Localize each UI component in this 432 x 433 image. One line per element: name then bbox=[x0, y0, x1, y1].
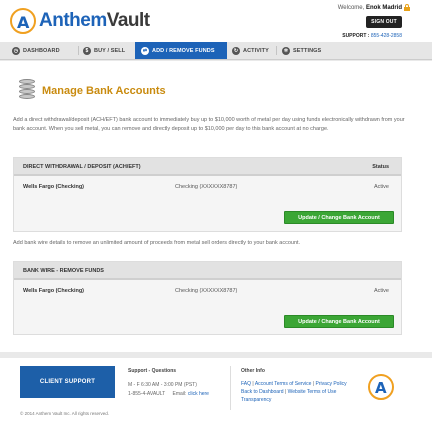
site-header: A AnthemVault Welcome, Enok Madrid SIGN … bbox=[0, 0, 432, 42]
privacy-policy-link[interactable]: Privacy Policy bbox=[316, 381, 347, 387]
other-info-title: Other Info bbox=[241, 368, 265, 374]
database-icon bbox=[19, 79, 35, 99]
faq-link[interactable]: FAQ bbox=[241, 381, 251, 387]
anthem-vault-logo[interactable]: A AnthemVault bbox=[10, 8, 150, 34]
account-terms-link[interactable]: Account Terms of Service bbox=[255, 381, 312, 387]
page-title: Manage Bank Accounts bbox=[42, 85, 166, 97]
bank-account-row: Wells Fargo (Checking) Checking (XXXXXX8… bbox=[14, 280, 401, 302]
dashboard-icon: ◷ bbox=[12, 46, 20, 55]
welcome-message: Welcome, Enok Madrid bbox=[337, 5, 402, 11]
support-title: Support - Questions bbox=[128, 368, 177, 374]
bank-account-row: Wells Fargo (Checking) Checking (XXXXXX8… bbox=[14, 176, 401, 198]
wire-panel-header: BANK WIRE - REMOVE FUNDS bbox=[14, 262, 401, 280]
transparency-link[interactable]: Transparency bbox=[241, 397, 271, 403]
wire-panel: BANK WIRE - REMOVE FUNDS Wells Fargo (Ch… bbox=[13, 261, 402, 335]
copyright-text: © 2014 Anthem Vault Inc. All rights rese… bbox=[20, 411, 110, 416]
website-terms-link[interactable]: Website Terms of Use bbox=[288, 389, 337, 395]
nav-add-remove-funds[interactable]: ⇄ ADD / REMOVE FUNDS bbox=[135, 42, 227, 59]
update-ach-account-button[interactable]: Update / Change Bank Account bbox=[284, 211, 394, 224]
nav-dashboard[interactable]: ◷ DASHBOARD bbox=[12, 42, 60, 59]
ach-panel: DIRECT WITHDRAWAL / DEPOSIT (ACH/EFT) St… bbox=[13, 157, 402, 232]
main-nav: ◷ DASHBOARD $ BUY / SELL ⇄ ADD / REMOVE … bbox=[0, 42, 432, 60]
site-footer: CLIENT SUPPORT Support - Questions M - F… bbox=[0, 358, 432, 433]
email-link[interactable]: click here bbox=[188, 391, 209, 397]
lock-icon bbox=[404, 4, 410, 11]
support-phone: SUPPORT : 855-428-2858 bbox=[342, 33, 402, 39]
nav-buy-sell[interactable]: $ BUY / SELL bbox=[83, 42, 125, 59]
footer-links: FAQ | Account Terms of Service | Privacy… bbox=[241, 381, 347, 403]
support-hours: M - F 6:30 AM - 3:00 PM (PST) bbox=[128, 382, 197, 388]
activity-icon: ↻ bbox=[232, 46, 240, 55]
status-label: Active bbox=[374, 288, 389, 294]
bank-name: Wells Fargo (Checking) bbox=[23, 184, 85, 190]
client-support-button[interactable]: CLIENT SUPPORT bbox=[20, 366, 115, 398]
gear-icon: ✲ bbox=[282, 46, 290, 55]
add-remove-funds-icon: ⇄ bbox=[141, 46, 149, 55]
account-number: Checking (XXXXXX8787) bbox=[175, 184, 238, 190]
account-number: Checking (XXXXXX8787) bbox=[175, 288, 238, 294]
logo-mark-icon: A bbox=[10, 8, 36, 34]
main-content: Manage Bank Accounts Add a direct withdr… bbox=[0, 61, 432, 352]
buy-sell-icon: $ bbox=[83, 46, 91, 55]
intro-text: Add a direct withdrawal/deposit (ACH/EFT… bbox=[13, 117, 405, 132]
support-contact: 1-855-4-AVAULT Email: click here bbox=[128, 391, 209, 397]
wire-info-text: Add bank wire details to remove an unlim… bbox=[13, 240, 301, 246]
user-name: Enok Madrid bbox=[365, 5, 402, 11]
nav-settings[interactable]: ✲ SETTINGS bbox=[282, 42, 321, 59]
sign-out-button[interactable]: SIGN OUT bbox=[366, 16, 402, 28]
back-to-dashboard-link[interactable]: Back to Dashboard bbox=[241, 389, 284, 395]
status-label: Active bbox=[374, 184, 389, 190]
footer-logo-icon: A bbox=[368, 374, 394, 400]
nav-activity[interactable]: ↻ ACTIVITY bbox=[232, 42, 269, 59]
logo-wordmark: AnthemVault bbox=[39, 10, 150, 31]
bank-name: Wells Fargo (Checking) bbox=[23, 288, 85, 294]
ach-panel-header: DIRECT WITHDRAWAL / DEPOSIT (ACH/EFT) St… bbox=[14, 158, 401, 176]
update-wire-account-button[interactable]: Update / Change Bank Account bbox=[284, 315, 394, 328]
support-phone-link[interactable]: 855-428-2858 bbox=[371, 33, 402, 39]
